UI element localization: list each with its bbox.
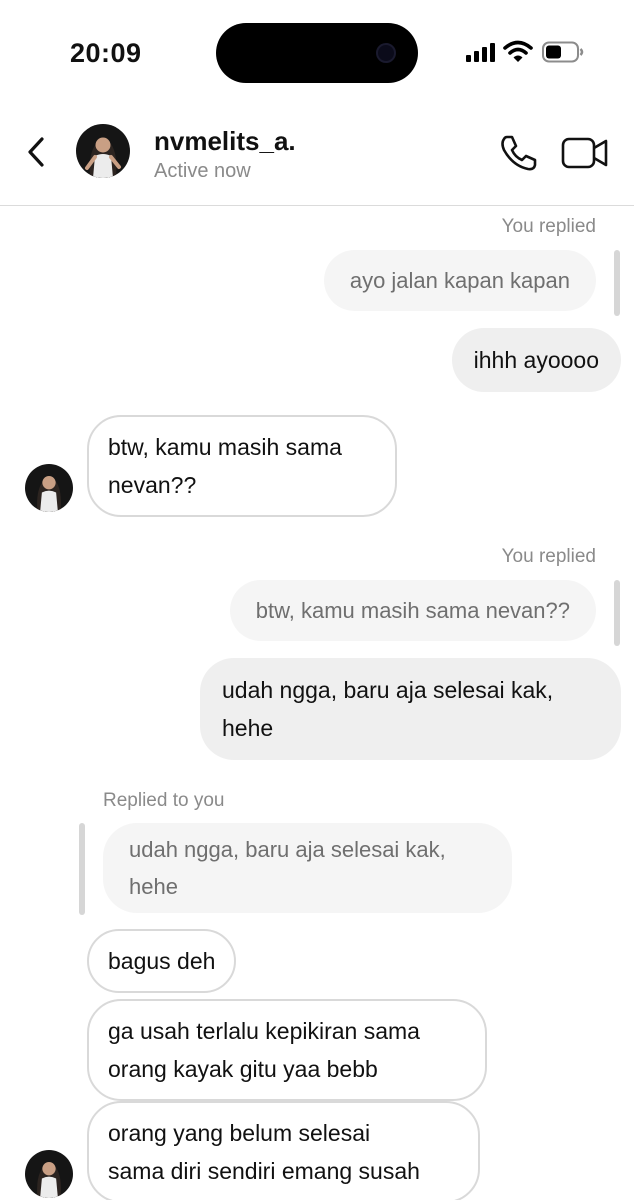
message-text: btw, kamu masih sama — [108, 434, 342, 460]
message-text: hehe — [222, 715, 274, 741]
message-text: ihhh ayoooo — [473, 347, 599, 373]
incoming-message[interactable]: btw, kamu masih sama nevan?? — [87, 415, 397, 517]
message-text: bagus deh — [108, 948, 216, 974]
quoted-message[interactable]: ayo jalan kapan kapan — [323, 250, 596, 311]
battery-icon — [542, 41, 584, 63]
phone-icon[interactable] — [498, 134, 538, 172]
back-chevron-icon[interactable] — [22, 134, 52, 170]
quoted-text: udah ngga, baru aja selesai kak, — [129, 837, 446, 862]
status-bar: 20:09 — [0, 0, 634, 100]
signal-icon — [466, 42, 498, 62]
outgoing-message[interactable]: ihhh ayoooo — [451, 328, 621, 392]
chat-header: nvmelits_a. Active now — [0, 100, 634, 206]
reply-label: You replied — [501, 546, 596, 567]
incoming-message[interactable]: ga usah terlalu kepikiran sama orang kay… — [87, 999, 487, 1101]
dynamic-island — [216, 23, 418, 83]
reply-label: Replied to you — [103, 790, 225, 811]
message-text: ga usah terlalu kepikiran sama — [108, 1018, 420, 1044]
contact-name[interactable]: nvmelits_a. — [154, 126, 296, 157]
quote-bar — [614, 250, 620, 316]
avatar[interactable] — [25, 1150, 73, 1198]
contact-status: Active now — [154, 160, 251, 182]
message-text: sama diri sendiri emang susah — [108, 1158, 420, 1184]
quoted-message[interactable]: udah ngga, baru aja selesai kak, hehe — [103, 823, 512, 913]
incoming-message[interactable]: bagus deh — [87, 929, 237, 993]
message-list[interactable]: You replied ayo jalan kapan kapan ihhh a… — [0, 207, 634, 1200]
reply-label: You replied — [501, 216, 596, 237]
outgoing-message[interactable]: udah ngga, baru aja selesai kak, hehe — [200, 658, 621, 760]
quote-bar — [614, 580, 620, 646]
video-camera-icon[interactable] — [561, 136, 609, 170]
avatar[interactable] — [25, 464, 73, 512]
message-text: nevan?? — [108, 472, 197, 498]
quoted-text: ayo jalan kapan kapan — [349, 268, 570, 293]
quoted-text: hehe — [129, 874, 178, 899]
message-text: orang kayak gitu yaa bebb — [108, 1056, 378, 1082]
avatar[interactable] — [76, 124, 130, 178]
front-camera-icon — [376, 43, 396, 63]
wifi-icon — [503, 40, 533, 62]
quoted-message[interactable]: btw, kamu masih sama nevan?? — [229, 580, 596, 641]
status-time: 20:09 — [70, 38, 142, 68]
quote-bar — [79, 823, 85, 915]
message-text: udah ngga, baru aja selesai kak, — [222, 677, 554, 703]
incoming-message[interactable]: orang yang belum selesai sama diri sendi… — [87, 1101, 480, 1200]
message-text: orang yang belum selesai — [108, 1120, 371, 1146]
quoted-text: btw, kamu masih sama nevan?? — [255, 598, 570, 623]
